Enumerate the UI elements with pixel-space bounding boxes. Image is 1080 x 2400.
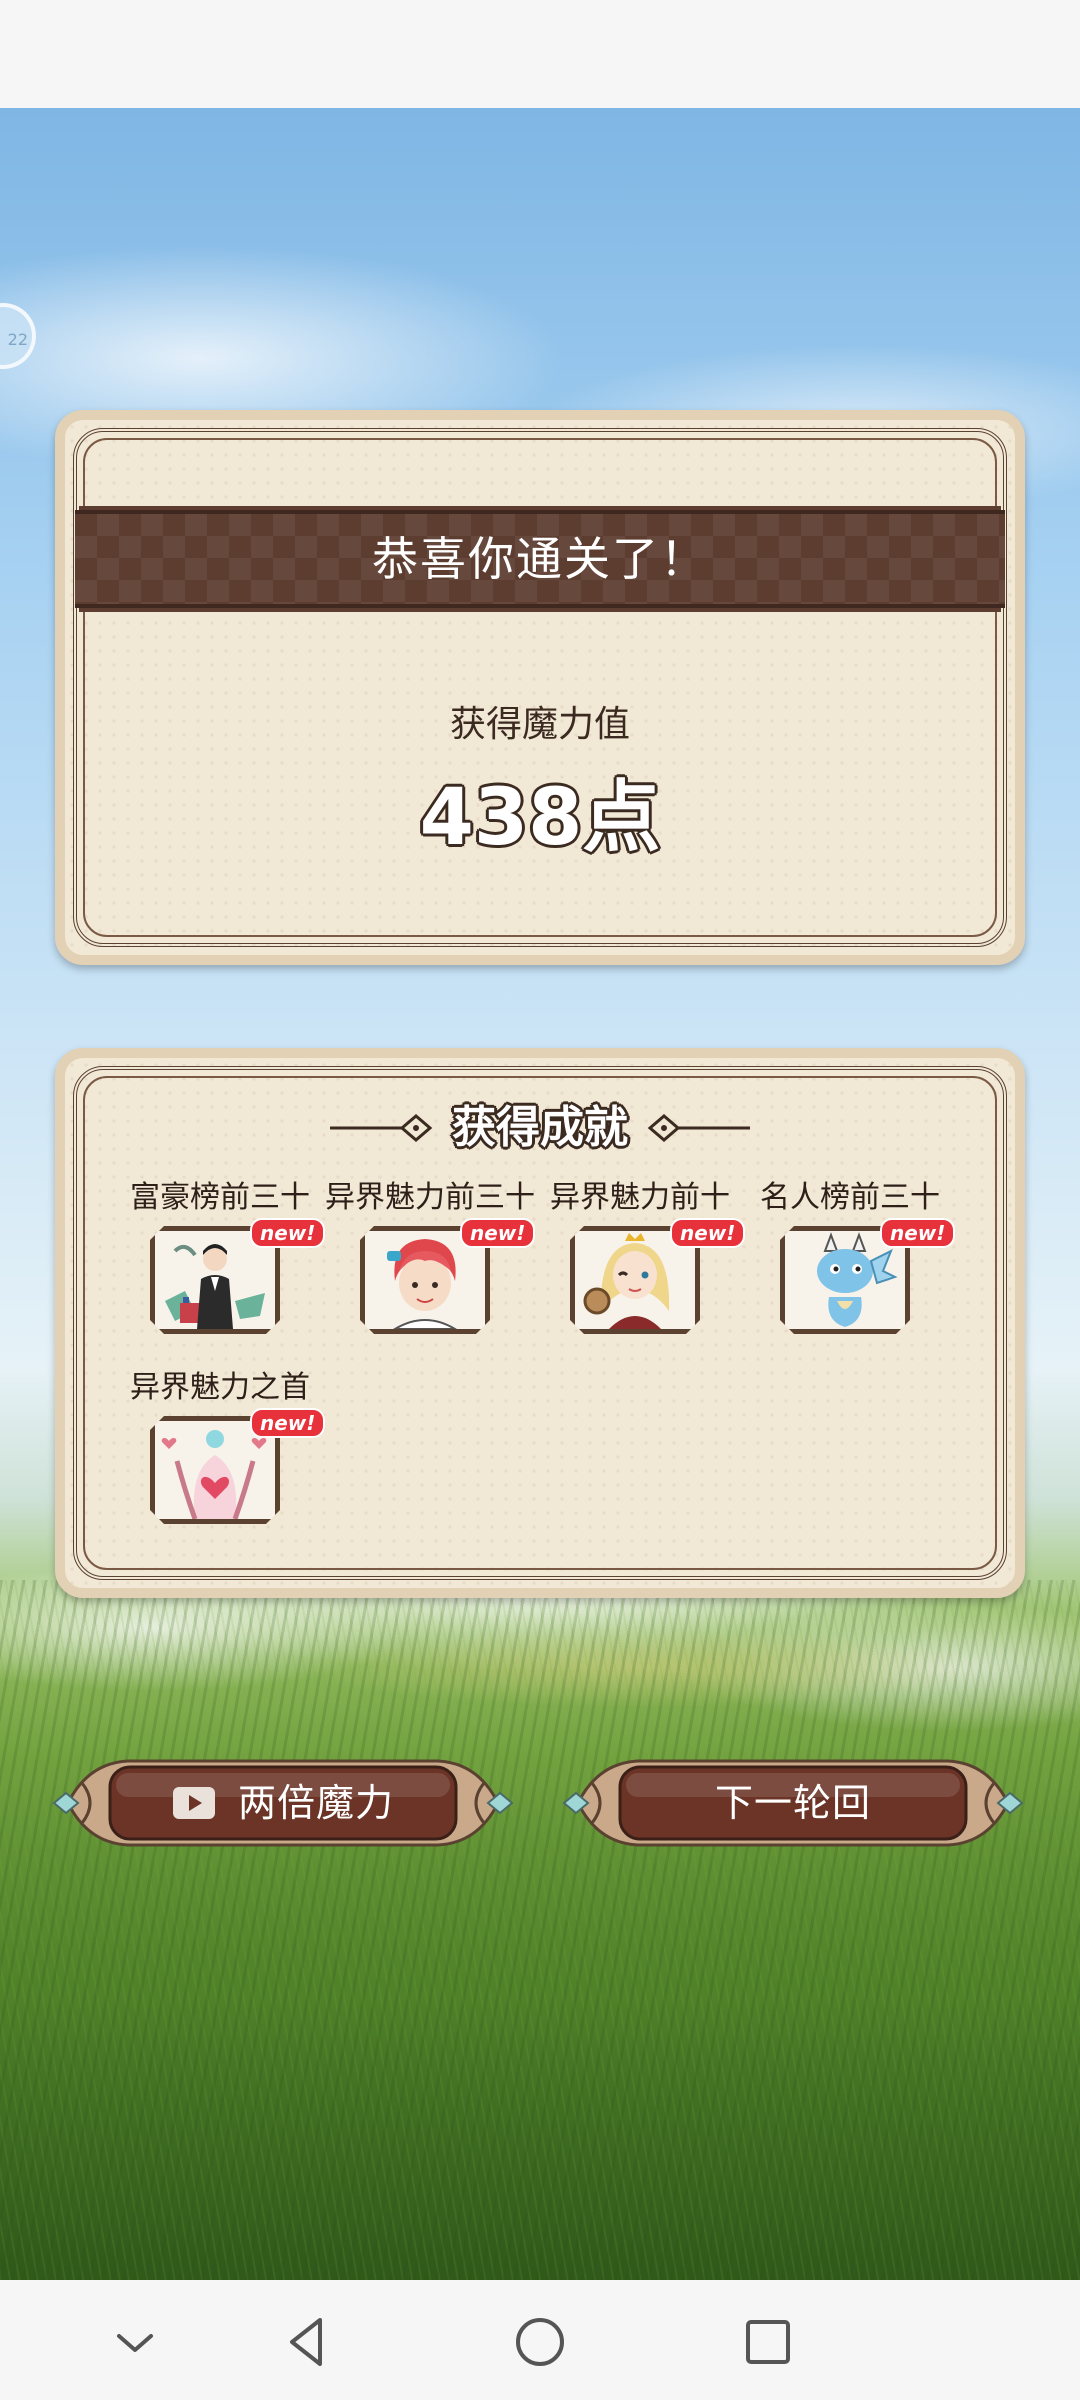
new-badge: new!	[250, 1218, 326, 1248]
grass-field	[0, 1580, 1080, 2280]
achievement-item[interactable]: 名人榜前三十 new!	[745, 1178, 956, 1368]
next-cycle-button[interactable]: 下一轮回	[558, 1753, 1028, 1853]
achievement-name: 异界魅力前十	[550, 1180, 730, 1215]
achievement-item[interactable]: 异界魅力前十 new!	[535, 1178, 746, 1368]
new-badge: new!	[460, 1218, 536, 1248]
result-card: 恭喜你通关了！ 获得魔力值 438点	[55, 410, 1025, 965]
status-bar	[0, 0, 1080, 108]
next-cycle-label: 下一轮回	[714, 1781, 871, 1825]
ornament-right-icon	[647, 1114, 750, 1142]
magic-value-label: 获得魔力值	[449, 704, 630, 745]
new-badge: new!	[250, 1408, 326, 1438]
achievements-card: 获得成就 富豪榜前三十 new! 异界魅力前三十 new! 异界魅力前十 new…	[55, 1048, 1025, 1598]
new-badge: new!	[670, 1218, 746, 1248]
magic-points-value: 438点	[419, 773, 661, 863]
video-icon	[172, 1786, 215, 1819]
recents-icon[interactable]	[738, 2312, 798, 2372]
result-banner: 恭喜你通关了！	[75, 510, 1005, 608]
double-magic-text: 两倍魔力	[237, 1781, 394, 1825]
achievement-item[interactable]: 异界魅力之首 new!	[115, 1368, 326, 1558]
achievement-name: 名人榜前三十	[760, 1180, 940, 1215]
double-magic-label: 两倍魔力	[108, 1753, 458, 1853]
result-title: 恭喜你通关了！	[372, 532, 708, 586]
achievement-name: 异界魅力之首	[130, 1370, 310, 1405]
new-badge: new!	[880, 1218, 956, 1248]
double-magic-button[interactable]: 两倍魔力	[48, 1753, 518, 1853]
chevron-down-icon[interactable]	[105, 2312, 165, 2372]
achievement-name: 富豪榜前三十	[130, 1180, 310, 1215]
achievements-header: 获得成就	[452, 1102, 628, 1153]
back-icon[interactable]	[278, 2312, 338, 2372]
achievement-item[interactable]: 异界魅力前三十 new!	[325, 1178, 536, 1368]
home-icon[interactable]	[510, 2312, 570, 2372]
achievement-name: 异界魅力前三十	[325, 1180, 535, 1215]
achievement-item[interactable]: 富豪榜前三十 new!	[115, 1178, 326, 1368]
navigation-bar	[0, 2280, 1080, 2400]
